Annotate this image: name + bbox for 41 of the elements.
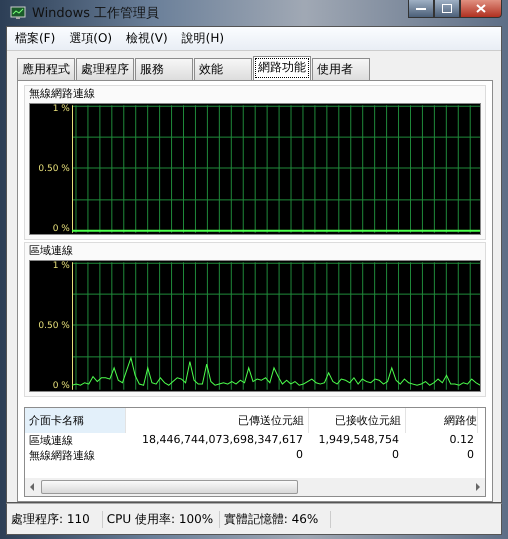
maximize-button[interactable] — [434, 0, 460, 18]
status-text: CPU 使用率: 100% — [102, 510, 220, 528]
table-cell-text: 18,446,744,073,698,347,617 — [141, 433, 304, 448]
graph-title: 區域連線 — [29, 243, 74, 258]
status-text: 處理程序: 110 — [7, 510, 103, 528]
table-cell-text: 0 — [391, 448, 400, 463]
horizontal-scrollbar[interactable] — [25, 478, 485, 496]
menu-item[interactable]: 檔案(F) — [15, 30, 56, 47]
menu-item[interactable]: 選項(O) — [69, 30, 112, 47]
close-icon — [476, 4, 486, 13]
axis-label: 0 % — [52, 381, 70, 391]
status-text: 實體記憶體: 46% — [220, 510, 332, 528]
axis-label: 0 % — [52, 224, 70, 234]
tab[interactable]: 使用者 — [312, 58, 370, 80]
minimize-button[interactable] — [408, 0, 434, 18]
tab[interactable]: 處理程序 — [76, 58, 134, 80]
axis-label: 1 % — [52, 261, 70, 271]
axis-label: 1 % — [52, 104, 70, 114]
minimize-icon — [416, 6, 426, 10]
table-cell-text: 無線網路連線 — [28, 448, 96, 463]
table-cell-text: 0 — [466, 448, 474, 463]
tab[interactable]: 服務 — [135, 58, 193, 80]
table-cell-text: 0.12 — [448, 433, 474, 448]
menu-item[interactable]: 檢視(V) — [126, 30, 168, 47]
column-header[interactable]: 介面卡名稱 — [25, 408, 126, 433]
right-arrow-icon[interactable] — [475, 483, 481, 491]
tab[interactable]: 效能 — [194, 58, 252, 80]
menu-item[interactable]: 說明(H) — [182, 30, 224, 47]
axis-label: 0.50 % — [38, 321, 70, 331]
monitor-icon — [10, 6, 26, 20]
axis-label: 0.50 % — [38, 164, 70, 174]
tab[interactable]: 應用程式 — [17, 58, 75, 80]
tab[interactable]: 網路功能 — [253, 56, 311, 80]
table-cell-text: 1,949,548,754 — [318, 433, 400, 448]
table-cell-text: 區域連線 — [28, 433, 74, 448]
left-arrow-icon[interactable] — [29, 483, 35, 491]
table-cell-text: 0 — [295, 448, 304, 463]
window-title: Windows 工作管理員 — [32, 5, 160, 22]
close-button[interactable] — [460, 0, 502, 18]
graph-title: 無線網路連線 — [29, 86, 96, 101]
maximize-icon — [442, 4, 452, 13]
